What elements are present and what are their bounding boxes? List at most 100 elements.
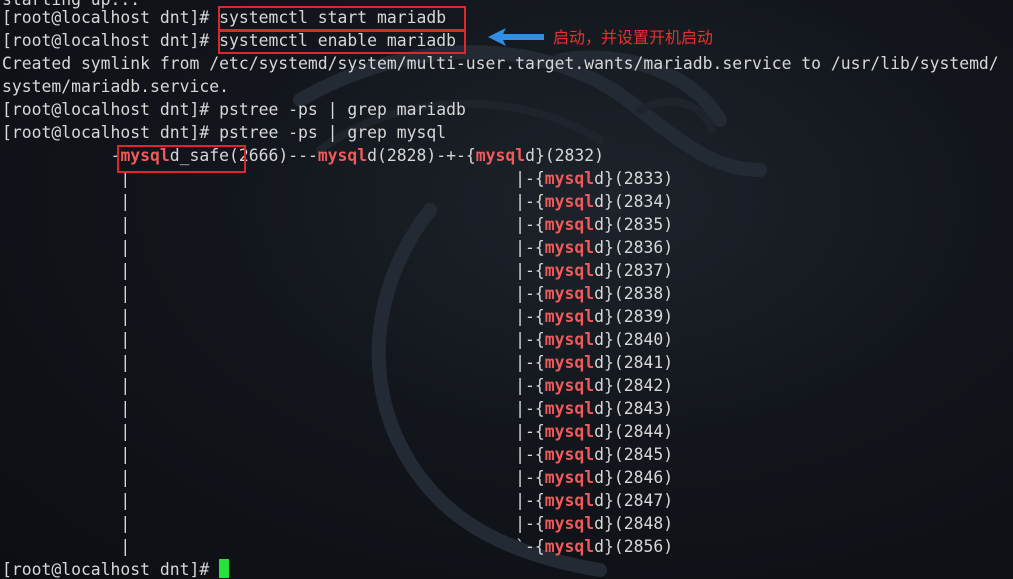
brace-open: {	[534, 353, 545, 372]
brace-open: {	[465, 146, 476, 165]
process-name-rest: d	[594, 307, 604, 326]
tree-trunk: |	[120, 468, 131, 487]
match-mysql: mysql	[544, 169, 595, 188]
process-tree-child-line: | |-{mysqld}(2848)	[2, 512, 673, 535]
match-mysql: mysql	[544, 514, 595, 533]
process-pid: (2841)	[613, 353, 674, 372]
process-name-rest: d	[594, 468, 604, 487]
match-mysql: mysql	[544, 399, 595, 418]
tree-trunk: |	[120, 330, 131, 349]
process-name-rest: d	[594, 192, 604, 211]
brace-open: {	[534, 330, 545, 349]
tree-branch: |-	[515, 261, 535, 280]
tree-branch: |-	[515, 307, 535, 326]
match-mysql: mysql	[544, 468, 595, 487]
terminal-window[interactable]: starting up... [root@localhost dnt]# sys…	[0, 0, 1013, 579]
process-pid: (2843)	[613, 399, 674, 418]
command-pstree-mysql: pstree -ps | grep mysql	[219, 123, 447, 142]
tree-branch: |-	[515, 445, 535, 464]
tree-trunk: |	[120, 514, 131, 533]
terminal-line-pstree-mysql: [root@localhost dnt]# pstree -ps | grep …	[2, 121, 446, 144]
highlight-box-mysqld-safe	[117, 145, 246, 173]
brace-close: }	[604, 261, 614, 280]
brace-close: }	[604, 192, 614, 211]
tree-gap	[130, 261, 515, 280]
brace-open: {	[534, 537, 545, 556]
match-mysql: mysql	[544, 238, 595, 257]
terminal-line-pstree-mariadb: [root@localhost dnt]# pstree -ps | grep …	[2, 98, 466, 121]
match-mysql: mysql	[544, 284, 595, 303]
brace-close: }	[604, 445, 614, 464]
process-pid: (2856)	[613, 537, 674, 556]
process-pid: (2847)	[613, 491, 674, 510]
tree-gap	[130, 491, 515, 510]
process-tree-child-line: | |-{mysqld}(2838)	[2, 282, 673, 305]
tree-branch: |-	[515, 353, 535, 372]
shell-prompt: [root@localhost dnt]#	[2, 31, 220, 50]
process-name-rest: d	[594, 537, 604, 556]
brace-close: }	[604, 376, 614, 395]
brace-close: }	[604, 399, 614, 418]
tree-gap	[130, 376, 515, 395]
tree-branch: |-	[515, 399, 535, 418]
match-mysql: mysql	[317, 146, 368, 165]
brace-close: }	[604, 215, 614, 234]
brace-close: }	[604, 330, 614, 349]
brace-close: }	[604, 468, 614, 487]
match-mysql: mysql	[544, 445, 595, 464]
process-tree-child-line: | |-{mysqld}(2840)	[2, 328, 673, 351]
tree-gap	[130, 192, 515, 211]
tree-gap	[130, 284, 515, 303]
brace-close: }	[604, 422, 614, 441]
tree-trunk: |	[120, 284, 131, 303]
tree-trunk: |	[120, 376, 131, 395]
brace-open: {	[534, 238, 545, 257]
process-pid: (2845)	[613, 445, 674, 464]
process-name-rest: d	[594, 422, 604, 441]
brace-close: }	[604, 284, 614, 303]
process-pid: (2834)	[613, 192, 674, 211]
brace-close: }	[604, 353, 614, 372]
tree-trunk: |	[120, 261, 131, 280]
process-tree-child-line: | |-{mysqld}(2834)	[2, 190, 673, 213]
match-mysql: mysql	[544, 422, 595, 441]
process-pid: (2840)	[613, 330, 674, 349]
process-pid: (2835)	[613, 215, 674, 234]
tree-trunk: |	[120, 192, 131, 211]
process-tree-child-line: | |-{mysqld}(2845)	[2, 443, 673, 466]
brace-open: {	[534, 491, 545, 510]
tree-gap	[130, 215, 515, 234]
process-pid: (2839)	[613, 307, 674, 326]
process-name-rest: d	[594, 215, 604, 234]
process-name-rest: d	[525, 146, 535, 165]
brace-close: }	[604, 238, 614, 257]
terminal-line-current-prompt[interactable]: [root@localhost dnt]#	[2, 558, 230, 579]
tree-gap	[130, 468, 515, 487]
brace-close: }	[534, 146, 545, 165]
tree-branch: |-	[515, 215, 535, 234]
process-pid: (2846)	[613, 468, 674, 487]
brace-open: {	[534, 514, 545, 533]
process-name-rest: d	[594, 399, 604, 418]
process-name-rest: d	[594, 238, 604, 257]
match-mysql: mysql	[544, 330, 595, 349]
tree-branch: |-	[515, 238, 535, 257]
process-name-rest: d	[594, 376, 604, 395]
process-pid: (2844)	[613, 422, 674, 441]
tree-gap	[130, 353, 515, 372]
brace-open: {	[534, 307, 545, 326]
tree-gap	[130, 307, 515, 326]
tree-trunk: |	[120, 238, 131, 257]
process-tree-child-line: | |-{mysqld}(2833)	[2, 167, 673, 190]
tree-gap	[130, 399, 515, 418]
tree-trunk: |	[120, 307, 131, 326]
process-name-rest: d	[594, 445, 604, 464]
brace-close: }	[604, 307, 614, 326]
